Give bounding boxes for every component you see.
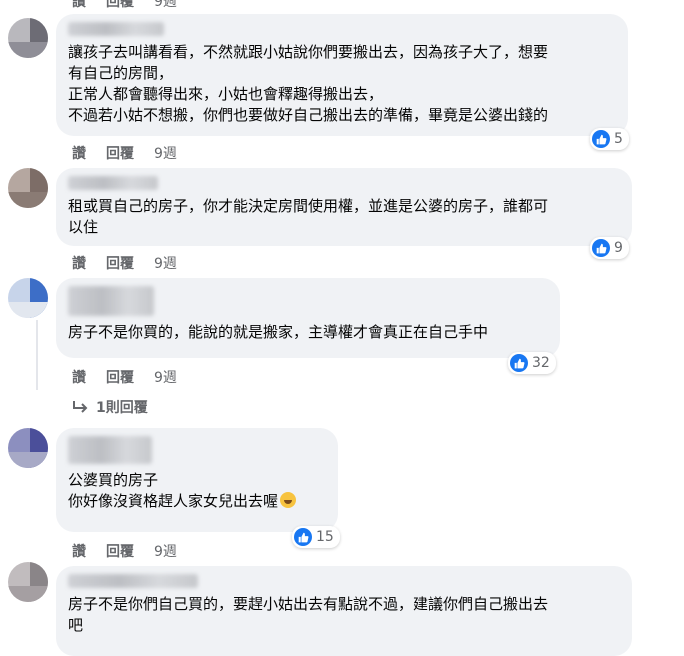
like-action[interactable]: 讚 — [72, 541, 86, 561]
reply-action[interactable]: 回覆 — [106, 143, 134, 163]
view-replies-link[interactable]: 1則回覆 — [72, 397, 148, 417]
timestamp[interactable]: 9週 — [154, 253, 177, 273]
comment-bubble: 讓孩子去叫講看看，不然就跟小姑說你們要搬出去，因為孩子大了，想要 有自己的房間，… — [56, 14, 628, 136]
comment-actions: 讚 回覆 9週 — [72, 541, 177, 561]
reply-action[interactable]: 回覆 — [106, 367, 134, 387]
comment-text: 讓孩子去叫講看看，不然就跟小姑說你們要搬出去，因為孩子大了，想要 有自己的房間，… — [68, 43, 549, 124]
commenter-name-blurred[interactable] — [68, 574, 198, 588]
reaction-count[interactable]: 9 — [590, 237, 629, 259]
like-thumb-icon — [592, 130, 610, 148]
commenter-name-blurred[interactable] — [68, 22, 164, 36]
replies-count-label: 1則回覆 — [96, 400, 148, 416]
like-action[interactable]: 讚 — [72, 0, 86, 11]
like-action[interactable]: 讚 — [72, 143, 86, 163]
commenter-name-blurred[interactable] — [68, 436, 152, 464]
like-action[interactable]: 讚 — [72, 253, 86, 273]
comment-bubble: 公婆買的房子 你好像沒資格趕人家女兒出去喔 — [56, 428, 338, 532]
comment-bubble: 租或買自己的房子，你才能決定房間使用權，並進是公婆的房子，誰都可 以住 — [56, 168, 632, 246]
thread-line — [36, 320, 38, 390]
like-count: 15 — [316, 529, 334, 545]
reply-action[interactable]: 回覆 — [106, 541, 134, 561]
comment-text: 房子不是你買的，能說的就是搬家，主導權才會真正在自己手中 — [68, 323, 489, 341]
reaction-count[interactable]: 5 — [590, 128, 629, 150]
reply-arrow-icon — [73, 401, 88, 413]
comment-bubble: 房子不是你買的，能說的就是搬家，主導權才會真正在自己手中 — [56, 278, 560, 358]
like-action[interactable]: 讚 — [72, 367, 86, 387]
comment-text-body: 公婆買的房子 你好像沒資格趕人家女兒出去喔 — [68, 471, 279, 510]
timestamp[interactable]: 9週 — [154, 367, 177, 387]
like-thumb-icon — [510, 354, 528, 372]
avatar[interactable] — [8, 562, 48, 602]
top-action-row: 讚 回覆 9週 — [72, 0, 177, 11]
avatar[interactable] — [8, 428, 48, 468]
like-thumb-icon — [592, 239, 610, 257]
comment-text: 租或買自己的房子，你才能決定房間使用權，並進是公婆的房子，誰都可 以住 — [68, 197, 549, 236]
reply-action[interactable]: 回覆 — [106, 0, 134, 11]
commenter-name-blurred[interactable] — [68, 286, 154, 316]
comment-bubble: 房子不是你們自己買的，要趕小姑出去有點說不過，建議你們自己搬出去 吧 — [56, 566, 632, 656]
avatar[interactable] — [8, 168, 48, 208]
comment-actions: 讚 回覆 9週 — [72, 253, 177, 273]
like-count: 9 — [614, 240, 623, 256]
reaction-count[interactable]: 15 — [292, 526, 340, 548]
like-thumb-icon — [294, 528, 312, 546]
reaction-count[interactable]: 32 — [508, 352, 556, 374]
avatar[interactable] — [8, 278, 48, 318]
timestamp[interactable]: 9週 — [154, 143, 177, 163]
timestamp[interactable]: 9週 — [154, 0, 177, 11]
comment-text: 公婆買的房子 你好像沒資格趕人家女兒出去喔 — [68, 470, 326, 512]
reply-action[interactable]: 回覆 — [106, 253, 134, 273]
comment-actions: 讚 回覆 9週 — [72, 143, 177, 163]
comment-actions: 讚 回覆 9週 — [72, 367, 177, 387]
like-count: 5 — [614, 131, 623, 147]
avatar[interactable] — [8, 18, 48, 58]
timestamp[interactable]: 9週 — [154, 541, 177, 561]
grinning-emoji-icon — [280, 492, 297, 508]
commenter-name-blurred[interactable] — [68, 176, 158, 190]
comment-text: 房子不是你們自己買的，要趕小姑出去有點說不過，建議你們自己搬出去 吧 — [68, 595, 549, 634]
like-count: 32 — [532, 355, 550, 371]
